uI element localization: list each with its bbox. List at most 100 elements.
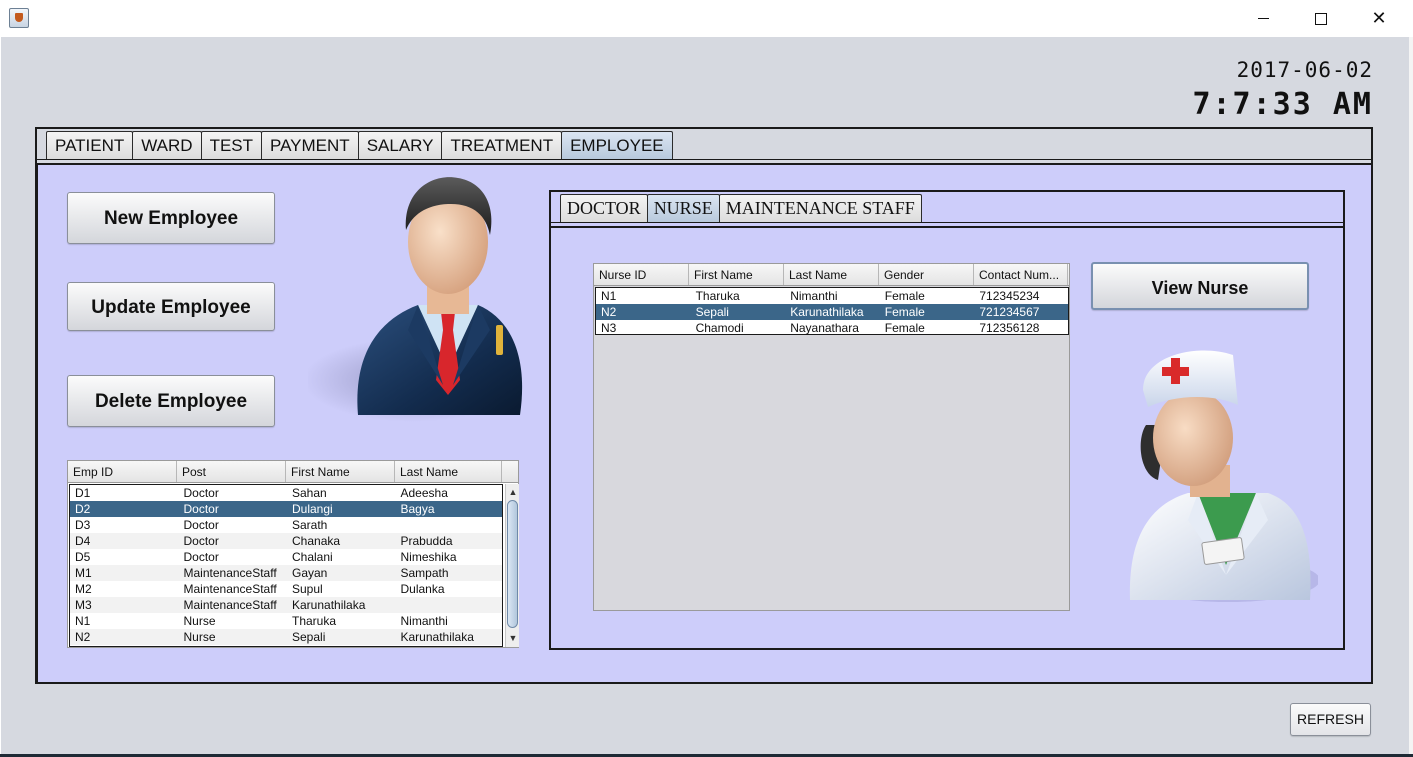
table-row[interactable]: N3 Chamodi Nayanathara Female 712356128 <box>596 320 1068 336</box>
table-row[interactable]: D1 Doctor Sahan Adeesha <box>70 485 502 501</box>
table-cell: Doctor <box>183 534 219 548</box>
employee-table[interactable]: Emp ID Post First Name Last Name D1 Doctor Sa… <box>67 460 519 648</box>
tab-nurse[interactable]: NURSE <box>646 194 720 222</box>
table-cell: N3 <box>601 321 617 335</box>
employee-table-header: Emp ID Post First Name Last Name <box>68 461 518 483</box>
table-cell: Female <box>884 305 925 319</box>
table-row[interactable]: M3 MaintenanceStaff Karunathilaka <box>70 597 502 613</box>
nurse-column-header[interactable]: Contact Num... <box>974 264 1068 285</box>
scrollbar-thumb[interactable] <box>507 500 518 628</box>
table-cell: Dulanka <box>400 582 445 596</box>
delete-employee-button[interactable]: Delete Employee <box>67 375 275 427</box>
scroll-up-icon[interactable]: ▲ <box>506 485 520 499</box>
table-cell: N2 <box>75 630 91 644</box>
table-cell: Sarath <box>292 518 328 532</box>
table-cell: Tharuka <box>695 289 740 303</box>
table-row[interactable]: M1 MaintenanceStaff Gayan Sampath <box>70 565 502 581</box>
staff-tab-bar: DOCTOR NURSE MAINTENANCE STAFF <box>560 194 922 222</box>
employee-column-header[interactable]: Post <box>177 461 286 482</box>
table-row[interactable]: D3 Doctor Sarath <box>70 517 502 533</box>
tab-test[interactable]: TEST <box>200 131 263 159</box>
table-row[interactable]: D2 Doctor Dulangi Bagya <box>70 501 502 517</box>
close-icon[interactable]: ✕ <box>1350 0 1408 37</box>
nurse-column-header[interactable]: Last Name <box>784 264 879 285</box>
table-cell: MaintenanceStaff <box>183 566 277 580</box>
table-cell: Chamodi <box>695 321 744 335</box>
scroll-down-icon[interactable]: ▼ <box>506 631 520 645</box>
tab-payment[interactable]: PAYMENT <box>261 131 359 159</box>
table-cell: Female <box>884 321 925 335</box>
table-cell: Sepali <box>695 305 729 319</box>
minimize-icon[interactable] <box>1234 0 1292 37</box>
new-employee-button[interactable]: New Employee <box>67 192 275 244</box>
tab-ward[interactable]: WARD <box>132 131 202 159</box>
table-cell: M3 <box>75 598 92 612</box>
businessman-avatar-icon <box>308 177 523 422</box>
table-cell: M1 <box>75 566 92 580</box>
nurse-column-header[interactable]: First Name <box>689 264 784 285</box>
table-cell: Chalani <box>292 550 333 564</box>
view-nurse-button[interactable]: View Nurse <box>1091 262 1309 310</box>
table-cell: Doctor <box>183 502 219 516</box>
window-right-edge <box>1409 37 1413 757</box>
employee-table-body[interactable]: D1 Doctor Sahan Adeesha D2 Doctor Dulangi Bagya… <box>69 484 503 647</box>
table-row[interactable]: N1 Tharuka Nimanthi Female 712345234 <box>596 288 1068 304</box>
table-row[interactable]: N1 Nurse Tharuka Nimanthi <box>70 613 502 629</box>
table-cell: Nimanthi <box>790 289 838 303</box>
tab-doctor[interactable]: DOCTOR <box>560 194 648 222</box>
table-cell: N1 <box>75 614 91 628</box>
main-tab-bar: PATIENT WARD TEST PAYMENT SALARY TREATMENT EMP… <box>46 131 673 159</box>
employee-table-scrollbar[interactable]: ▲ ▼ <box>505 484 519 647</box>
tab-patient[interactable]: PATIENT <box>46 131 134 159</box>
table-cell: 712345234 <box>979 289 1040 303</box>
tab-salary[interactable]: SALARY <box>357 131 443 159</box>
table-row[interactable]: M2 MaintenanceStaff Supul Dulanka <box>70 581 502 597</box>
nurse-avatar-icon <box>1129 350 1318 602</box>
maximize-icon[interactable] <box>1292 0 1350 37</box>
refresh-button[interactable]: REFRESH <box>1290 703 1371 736</box>
table-cell <box>396 517 503 533</box>
table-row[interactable]: N2 Sepali Karunathilaka Female 721234567 <box>596 304 1068 320</box>
table-cell: MaintenanceStaff <box>183 582 277 596</box>
table-cell: Nurse <box>183 630 216 644</box>
tab-employee[interactable]: EMPLOYEE <box>561 131 673 159</box>
table-row[interactable]: D4 Doctor Chanaka Prabudda <box>70 533 502 549</box>
nurse-table-header: Nurse ID First Name Last Name Gender Contact… <box>594 264 1069 286</box>
table-row[interactable]: D5 Doctor Chalani Nimeshika <box>70 549 502 565</box>
table-cell: N2 <box>601 305 617 319</box>
staff-tab-divider <box>551 222 1343 223</box>
table-cell: Chanaka <box>292 534 341 548</box>
table-cell: Adeesha <box>400 486 448 500</box>
table-cell: Doctor <box>183 550 219 564</box>
nurse-column-header[interactable]: Nurse ID <box>594 264 689 285</box>
tab-maintenance-staff[interactable]: MAINTENANCE STAFF <box>718 194 922 222</box>
table-cell: Female <box>884 289 925 303</box>
java-app-icon <box>9 8 29 28</box>
table-cell: Prabudda <box>400 534 453 548</box>
title-bar: ✕ <box>0 0 1413 37</box>
main-tab-divider <box>37 159 1371 160</box>
table-cell: Bagya <box>400 502 435 516</box>
nurse-column-header[interactable]: Gender <box>879 264 974 285</box>
nurse-table-body[interactable]: N1 Tharuka Nimanthi Female 712345234 N2 Sepali… <box>595 287 1069 335</box>
tab-treatment[interactable]: TREATMENT <box>441 131 563 159</box>
table-cell: Nurse <box>183 614 216 628</box>
table-row[interactable]: N2 Nurse Sepali Karunathilaka <box>70 629 502 645</box>
table-cell: 721234567 <box>979 305 1040 319</box>
employee-column-header[interactable]: Last Name <box>395 461 502 482</box>
table-cell: MaintenanceStaff <box>183 598 277 612</box>
table-cell: Doctor <box>183 518 219 532</box>
table-cell: N1 <box>601 289 617 303</box>
employee-column-header[interactable]: First Name <box>286 461 395 482</box>
nurse-table[interactable]: Nurse ID First Name Last Name Gender Contact… <box>593 263 1070 611</box>
table-cell: D2 <box>75 502 91 516</box>
table-cell: Supul <box>292 582 323 596</box>
table-cell: Karunathilaka <box>400 630 474 644</box>
update-employee-button[interactable]: Update Employee <box>67 282 275 331</box>
table-cell: D3 <box>75 518 91 532</box>
table-cell: Doctor <box>183 486 219 500</box>
employee-column-header[interactable]: Emp ID <box>68 461 177 482</box>
table-cell: Sahan <box>292 486 327 500</box>
table-cell: Karunathilaka <box>292 598 366 612</box>
table-cell <box>396 597 503 613</box>
